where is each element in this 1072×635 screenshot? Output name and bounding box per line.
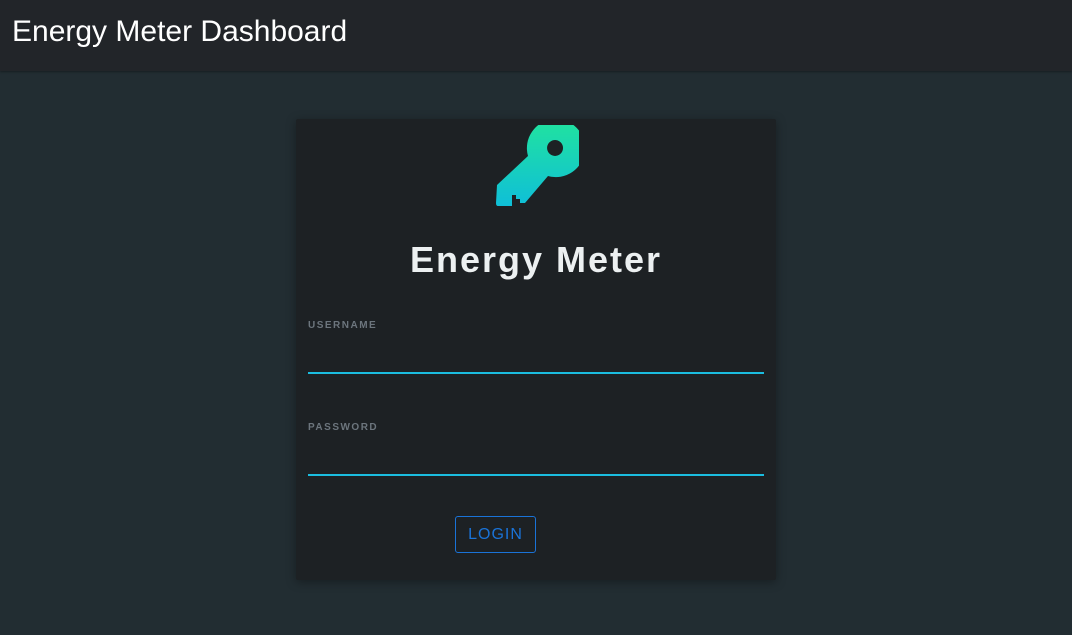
login-button[interactable]: LOGIN (455, 516, 536, 553)
login-title: Energy Meter (409, 239, 663, 280)
key-icon (496, 125, 579, 206)
password-input[interactable] (308, 446, 764, 476)
app-title: Energy Meter Dashboard (12, 15, 348, 48)
username-input[interactable] (308, 344, 764, 374)
login-card: Energy Meter USERNAME PASSWORD LOGIN (296, 119, 776, 580)
top-bar: Energy Meter Dashboard (0, 0, 1072, 71)
password-label: PASSWORD (308, 422, 379, 433)
username-label: USERNAME (308, 320, 378, 331)
